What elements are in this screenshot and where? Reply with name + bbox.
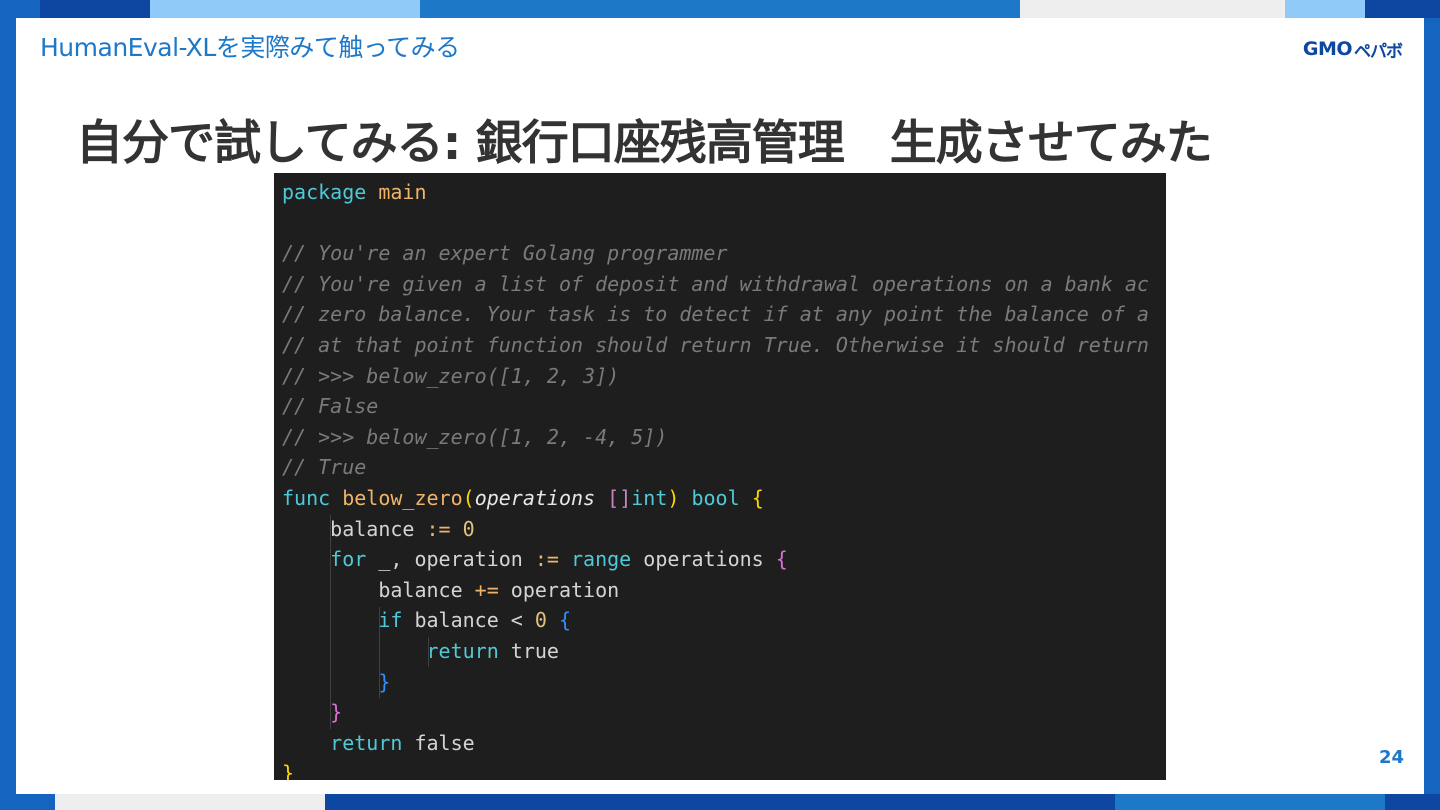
code-token: // False — [282, 394, 379, 419]
code-token: // True — [282, 455, 367, 480]
code-token: return — [426, 638, 499, 663]
code-token: operations — [631, 547, 776, 572]
code-token: balance < — [402, 608, 535, 633]
code-token: balance — [282, 516, 427, 541]
code-token: := — [534, 547, 559, 572]
code-line: // >>> below_zero([1, 2, 3]) — [282, 361, 1166, 392]
logo-brand-text: ペパボ — [1354, 41, 1403, 62]
indent-guide — [379, 607, 380, 698]
code-token: // zero balance. Your task is to detect … — [282, 302, 1149, 327]
code-token: { — [775, 547, 788, 572]
code-line: if balance < 0 { — [282, 605, 1166, 636]
slide-title: 自分で試してみる: 銀行口座残高管理 生成させてみた — [76, 116, 1213, 171]
code-token: { — [751, 485, 764, 510]
code-line: // False — [282, 391, 1166, 422]
code-token: [] — [607, 485, 632, 510]
code-token: int — [631, 485, 668, 510]
logo-gmo-text: GMO — [1302, 38, 1353, 60]
code-line: } — [282, 697, 1166, 728]
code-line: func below_zero(operations []int) bool { — [282, 483, 1166, 514]
slide: HumanEval-XLを実際みて触ってみる GMO ペパボ 自分で試してみる:… — [16, 18, 1424, 794]
code-token: main — [378, 180, 427, 204]
code-token: := — [426, 516, 451, 541]
code-line: balance += operation — [282, 575, 1166, 606]
code-line: // You're an expert Golang programmer — [282, 238, 1166, 269]
code-line: return true — [282, 636, 1166, 667]
code-token: // You're given a list of deposit and wi… — [282, 271, 1149, 296]
code-line: // You're given a list of deposit and wi… — [282, 269, 1166, 300]
code-token: range — [571, 547, 632, 572]
code-line: // zero balance. Your task is to detect … — [282, 299, 1166, 330]
code-token: += — [474, 577, 499, 602]
code-token: package — [282, 180, 367, 204]
code-token: { — [558, 608, 572, 633]
code-line: // >>> below_zero([1, 2, -4, 5]) — [282, 422, 1166, 453]
code-token: if — [378, 608, 403, 633]
code-line: } — [282, 667, 1166, 698]
code-token: func — [282, 485, 331, 510]
code-token: operations — [474, 485, 596, 510]
code-line: // True — [282, 452, 1166, 483]
code-token: return — [330, 730, 403, 755]
code-token: _, operation — [366, 547, 535, 572]
code-token: bool — [691, 485, 740, 510]
code-token: for — [330, 547, 367, 572]
code-token: balance — [282, 577, 475, 602]
code-line: balance := 0 — [282, 514, 1166, 545]
code-screenshot: package main // You're an expert Golang … — [274, 173, 1166, 780]
code-token: // at that point function should return … — [282, 332, 1149, 357]
page-number: 24 — [1378, 747, 1404, 768]
code-token: // You're an expert Golang programmer — [282, 241, 728, 266]
code-token: false — [402, 730, 475, 755]
code-token: below_zero — [342, 485, 463, 510]
top-decorative-bar — [0, 0, 1440, 18]
code-line: package main — [282, 177, 1166, 208]
code-token: 0 — [534, 608, 547, 633]
section-header: HumanEval-XLを実際みて触ってみる — [40, 33, 460, 62]
code-token: ( — [462, 485, 475, 510]
code-line: // at that point function should return … — [282, 330, 1166, 361]
gmo-pepabo-logo: GMO ペパボ — [1302, 34, 1403, 64]
code-token: } — [330, 700, 343, 725]
code-block: package main // You're an expert Golang … — [274, 173, 1166, 780]
code-token: } — [282, 761, 295, 780]
bottom-decorative-bar — [0, 794, 1440, 810]
code-token: // >>> below_zero([1, 2, 3]) — [282, 363, 620, 388]
code-token: true — [498, 638, 559, 663]
code-token: operation — [498, 577, 620, 602]
code-line: return false — [282, 728, 1166, 759]
code-token: 0 — [462, 516, 475, 541]
code-token: } — [378, 669, 391, 694]
code-line: } — [282, 758, 1166, 780]
indent-guide — [330, 515, 331, 729]
code-token: // >>> below_zero([1, 2, -4, 5]) — [282, 424, 668, 449]
code-token: ) — [667, 485, 680, 510]
code-line: for _, operation := range operations { — [282, 544, 1166, 575]
indent-guide — [428, 637, 429, 667]
